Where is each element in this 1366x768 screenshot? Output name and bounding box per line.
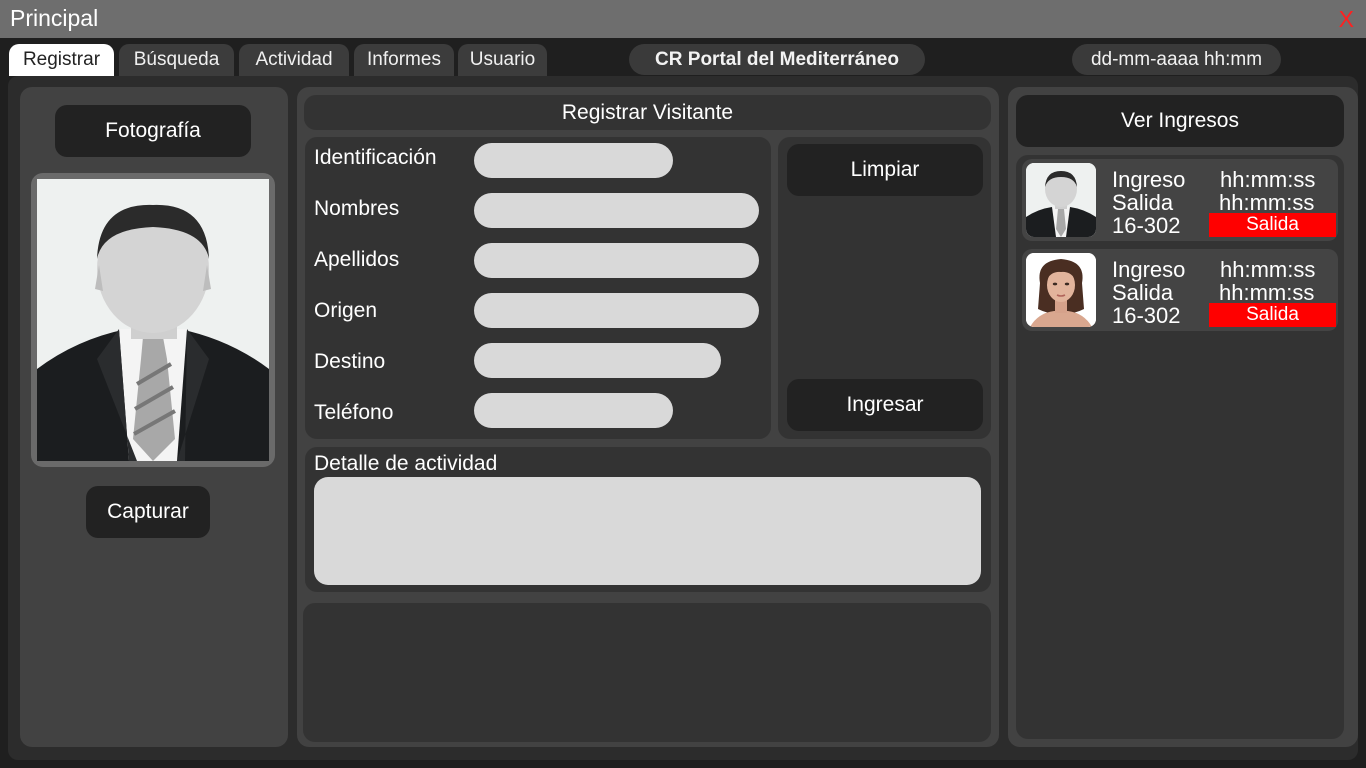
destination-field[interactable] bbox=[474, 343, 721, 378]
datetime-label: dd-mm-aaaa hh:mm bbox=[1072, 44, 1281, 75]
entry-in-label: Ingreso bbox=[1112, 167, 1186, 192]
photo-label-button[interactable]: Fotografía bbox=[55, 105, 251, 157]
id-label: Identificación bbox=[314, 146, 437, 169]
surnames-field[interactable] bbox=[474, 243, 759, 278]
names-field[interactable] bbox=[474, 193, 759, 228]
names-label: Nombres bbox=[314, 197, 400, 220]
origin-field[interactable] bbox=[474, 293, 759, 328]
entry-out-time: hh:mm:ss bbox=[1219, 190, 1315, 215]
entry-out-time: hh:mm:ss bbox=[1219, 280, 1315, 305]
checkout-button[interactable]: Salida bbox=[1209, 213, 1336, 237]
entry-out-label: Salida bbox=[1112, 280, 1174, 305]
phone-field[interactable] bbox=[474, 393, 673, 428]
visitor-photo bbox=[37, 179, 269, 461]
close-icon[interactable]: X bbox=[1339, 6, 1354, 33]
location-label: CR Portal del Mediterráneo bbox=[629, 44, 925, 75]
entry-in-time: hh:mm:ss bbox=[1220, 167, 1316, 192]
form-title: Registrar Visitante bbox=[304, 95, 991, 130]
entry-item[interactable]: Ingreso hh:mm:ss Salida hh:mm:ss 16-302 … bbox=[1022, 159, 1338, 241]
entry-in-time: hh:mm:ss bbox=[1220, 257, 1316, 282]
tab-informes[interactable]: Informes bbox=[354, 44, 454, 76]
tab-usuario[interactable]: Usuario bbox=[458, 44, 547, 76]
entries-list bbox=[1016, 155, 1344, 739]
checkout-button[interactable]: Salida bbox=[1209, 303, 1336, 327]
capture-button[interactable]: Capturar bbox=[86, 486, 210, 538]
title-bar: Principal X bbox=[0, 0, 1366, 38]
clear-button[interactable]: Limpiar bbox=[787, 144, 983, 196]
tab-registrar[interactable]: Registrar bbox=[9, 44, 114, 76]
tab-busqueda[interactable]: Búsqueda bbox=[119, 44, 234, 76]
bottom-area bbox=[303, 603, 991, 742]
activity-textarea[interactable] bbox=[314, 477, 981, 585]
submit-button[interactable]: Ingresar bbox=[787, 379, 983, 431]
origin-label: Origen bbox=[314, 299, 378, 322]
tab-actividad[interactable]: Actividad bbox=[239, 44, 349, 76]
entry-unit: 16-302 bbox=[1112, 303, 1181, 328]
id-field[interactable] bbox=[474, 143, 673, 178]
entry-out-label: Salida bbox=[1112, 190, 1174, 215]
entry-in-label: Ingreso bbox=[1112, 257, 1186, 282]
surnames-label: Apellidos bbox=[314, 248, 400, 271]
window-title: Principal bbox=[10, 5, 99, 31]
activity-label: Detalle de actividad bbox=[314, 452, 498, 475]
male-visitor-thumb bbox=[1026, 163, 1096, 237]
view-entries-button[interactable]: Ver Ingresos bbox=[1016, 95, 1344, 147]
female-visitor-thumb bbox=[1026, 253, 1096, 327]
entry-item[interactable]: Ingreso hh:mm:ss Salida hh:mm:ss 16-302 … bbox=[1022, 249, 1338, 331]
photo-frame bbox=[31, 173, 275, 467]
phone-label: Teléfono bbox=[314, 401, 394, 424]
entry-unit: 16-302 bbox=[1112, 213, 1181, 238]
destination-label: Destino bbox=[314, 350, 386, 373]
